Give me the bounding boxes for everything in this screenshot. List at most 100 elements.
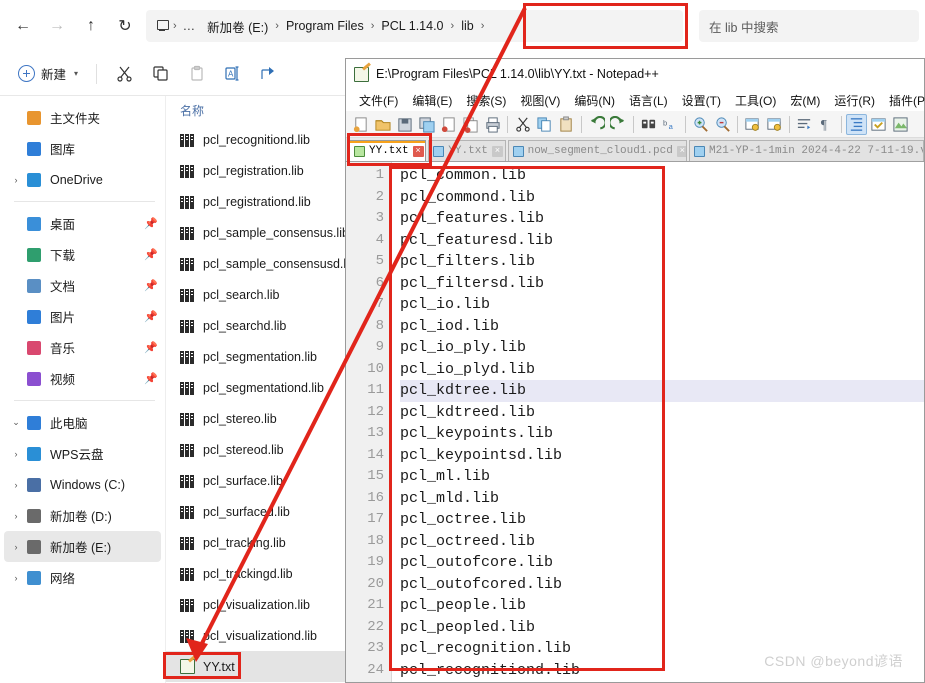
code-line[interactable]: pcl_kdtreed.lib [400,402,924,424]
user-defined-dialog-icon[interactable] [868,114,889,135]
breadcrumb-item-1[interactable]: Program Files [280,17,370,35]
sync-scroll-vertical-icon[interactable] [742,114,763,135]
pin-icon[interactable]: 📌 [141,248,161,261]
sidebar-item-4[interactable]: 桌面 📌 [4,208,161,239]
pin-icon[interactable]: 📌 [141,341,161,354]
code-line[interactable]: pcl_outofcore.lib [400,552,924,574]
notepad-editor[interactable]: 1 2 3 4 5 6 7 8 9 10 11 12 13 14 15 16 17 18 19 20 21 22 23 24 … [346,162,924,682]
sidebar-item-13[interactable]: › Windows (C:) [4,469,161,500]
redo-icon[interactable] [608,114,629,135]
copy-icon[interactable] [143,59,177,89]
expand-chevron-icon[interactable]: › [8,511,24,521]
code-line[interactable]: pcl_features.lib [400,208,924,230]
code-line[interactable]: pcl_keypointsd.lib [400,445,924,467]
code-line[interactable]: pcl_kdtree.lib [400,380,924,402]
close-tab-icon[interactable]: × [676,145,686,157]
rename-icon[interactable]: A [215,59,249,89]
zoom-out-icon[interactable] [712,114,733,135]
close-all-icon[interactable] [460,114,481,135]
pin-icon[interactable]: 📌 [141,310,161,323]
code-line[interactable]: pcl_commond.lib [400,187,924,209]
zoom-in-icon[interactable] [690,114,711,135]
new-button[interactable]: 新建 ▾ [10,59,86,89]
menu-item-9[interactable]: 运行(R) [827,90,882,111]
breadcrumb-item-3[interactable]: lib [455,17,480,35]
expand-chevron-icon[interactable]: ⌄ [8,417,24,428]
refresh-icon[interactable]: ↻ [108,9,142,43]
indent-guide-icon[interactable] [846,113,867,135]
sidebar-item-9[interactable]: 视频 📌 [4,363,161,394]
menu-item-7[interactable]: 工具(O) [728,90,783,111]
editor-tab-3[interactable]: M21-YP-1-1min 2024-4-22 7-11-19.vgi× [689,140,924,161]
menu-item-10[interactable]: 插件(P) [882,90,925,111]
code-line[interactable]: pcl_filtersd.lib [400,273,924,295]
code-line[interactable]: pcl_featuresd.lib [400,230,924,252]
menu-item-6[interactable]: 设置(T) [675,90,728,111]
code-line[interactable]: pcl_iod.lib [400,316,924,338]
expand-chevron-icon[interactable]: › [8,449,24,459]
code-line[interactable]: pcl_octree.lib [400,509,924,531]
sidebar-item-1[interactable]: 图库 [4,133,161,164]
code-line[interactable]: pcl_io_ply.lib [400,337,924,359]
expand-chevron-icon[interactable]: › [8,480,24,490]
find-icon[interactable] [638,114,659,135]
sidebar-item-6[interactable]: 文档 📌 [4,270,161,301]
back-icon[interactable]: ← [6,9,40,43]
breadcrumb-item-0[interactable]: 新加卷 (E:) [201,15,274,38]
sidebar-item-16[interactable]: › 网络 [4,562,161,593]
show-all-characters-icon[interactable]: ¶ [816,114,837,135]
code-line[interactable]: pcl_outofcored.lib [400,574,924,596]
sidebar-item-12[interactable]: › WPS云盘 [4,438,161,469]
address-bar[interactable]: › … 新加卷 (E:) › Program Files › PCL 1.14.… [146,10,683,42]
cut-icon[interactable] [107,59,141,89]
menu-item-8[interactable]: 宏(M) [783,90,827,111]
sidebar-item-11[interactable]: ⌄ 此电脑 [4,407,161,438]
code-line[interactable]: pcl_common.lib [400,165,924,187]
editor-tab-2[interactable]: now_segment_cloud1.pcd × [507,140,687,161]
sidebar-item-0[interactable]: 主文件夹 [4,102,161,133]
code-line[interactable]: pcl_octreed.lib [400,531,924,553]
pin-icon[interactable]: 📌 [141,217,161,230]
sidebar-item-2[interactable]: › OneDrive [4,164,161,195]
code-line[interactable]: pcl_ml.lib [400,466,924,488]
breadcrumb-item-2[interactable]: PCL 1.14.0 [375,17,449,35]
menu-item-2[interactable]: 搜索(S) [459,90,513,111]
paste-icon[interactable] [556,114,577,135]
menu-item-3[interactable]: 视图(V) [513,90,567,111]
sync-scroll-horizontal-icon[interactable] [764,114,785,135]
sidebar-item-8[interactable]: 音乐 📌 [4,332,161,363]
sidebar-item-15[interactable]: › 新加卷 (E:) [4,531,161,562]
code-line[interactable]: pcl_filters.lib [400,251,924,273]
code-line[interactable]: pcl_keypoints.lib [400,423,924,445]
undo-icon[interactable] [586,114,607,135]
document-map-icon[interactable] [890,114,911,135]
close-tab-icon[interactable]: × [412,145,424,157]
expand-chevron-icon[interactable]: › [8,573,24,583]
new-file-icon[interactable] [350,114,371,135]
menu-item-4[interactable]: 编码(N) [567,90,622,111]
code-text-area[interactable]: pcl_common.lib pcl_commond.lib pcl_feature… [392,162,924,682]
up-icon[interactable]: ↑ [74,9,108,43]
editor-tab-0[interactable]: YY.txt × [349,140,427,161]
code-line[interactable]: pcl_io_plyd.lib [400,359,924,381]
pin-icon[interactable]: 📌 [141,279,161,292]
breadcrumb-overflow[interactable]: … [178,17,202,35]
word-wrap-icon[interactable] [794,114,815,135]
editor-tab-1[interactable]: YY.txt × [428,140,506,161]
save-all-icon[interactable] [416,114,437,135]
print-icon[interactable] [482,114,503,135]
expand-chevron-icon[interactable]: › [8,175,24,185]
pin-icon[interactable]: 📌 [141,372,161,385]
menu-item-1[interactable]: 编辑(E) [405,90,459,111]
sidebar-item-14[interactable]: › 新加卷 (D:) [4,500,161,531]
search-box[interactable]: 在 lib 中搜索 [699,10,919,42]
menu-item-0[interactable]: 文件(F) [352,90,405,111]
cut-icon[interactable] [512,114,533,135]
code-line[interactable]: pcl_mld.lib [400,488,924,510]
replace-icon[interactable]: ba [660,114,681,135]
code-line[interactable]: pcl_peopled.lib [400,617,924,639]
code-line[interactable]: pcl_io.lib [400,294,924,316]
close-tab-icon[interactable]: × [491,145,503,157]
paste-icon[interactable] [179,59,213,89]
menu-item-5[interactable]: 语言(L) [622,90,675,111]
